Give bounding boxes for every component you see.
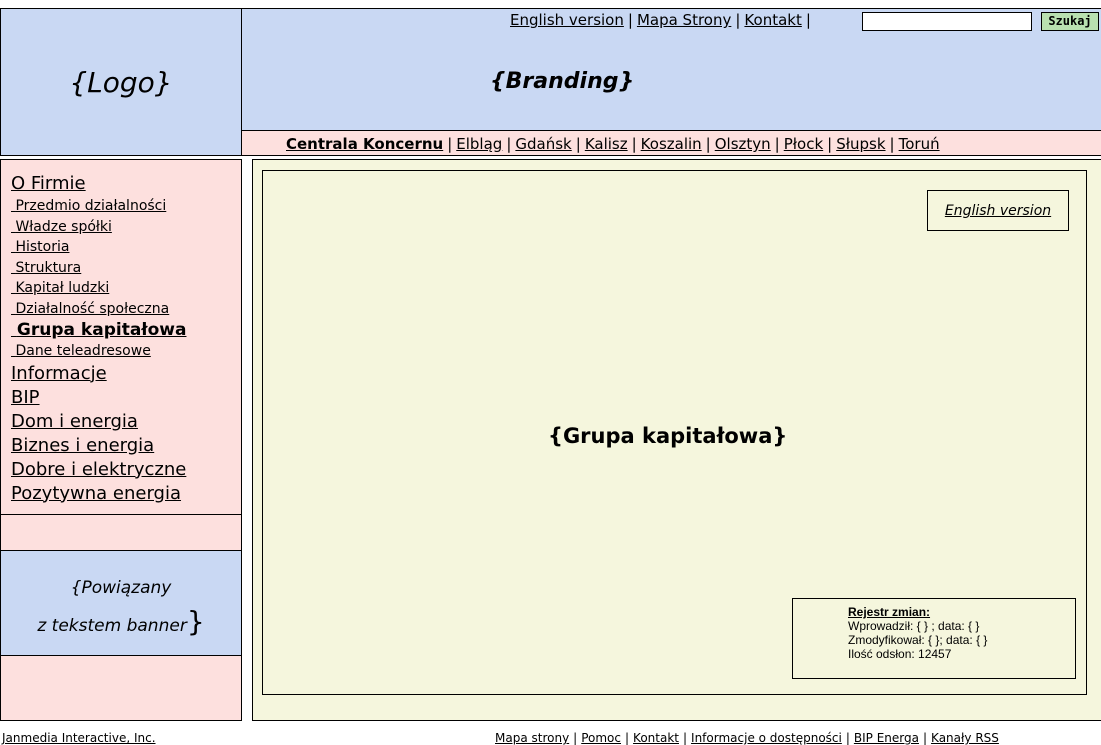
sidebar-subitem-kapital[interactable]: Kapitał ludzki [11,278,241,299]
city-link-elblag[interactable]: Elbląg [456,135,502,153]
sidebar-banner[interactable]: {Powiązany z tekstem banner} [0,550,242,656]
city-nav: Centrala Koncernu | Elbląg | Gdańsk | Kalisz | K… [242,131,1101,156]
separator: | [506,135,512,153]
sidebar-item-o-firmie[interactable]: O Firmie [11,172,241,196]
sidebar-item-dom[interactable]: Dom i energia [11,410,241,434]
banner-line-1: {Powiązany [70,578,172,598]
sidebar-bottom [0,656,242,721]
sidebar-subitem-przedmiot[interactable]: Przedmio działalności [11,196,241,217]
footer-link-bip[interactable]: BIP Energa [854,731,919,745]
city-link-plock[interactable]: Płock [784,135,823,153]
logo: {Logo} [69,65,173,99]
change-log-modified: Zmodyfikował: { }; data: { } [848,633,988,647]
sidebar-menu: O Firmie Przedmio działalności Władze sp… [0,159,242,515]
logo-box: {Logo} [0,8,242,156]
footer-link-accessibility[interactable]: Informacje o dostępności [691,731,842,745]
separator: | [631,135,637,153]
sidebar-item-biznes[interactable]: Biznes i energia [11,434,241,458]
sidebar-subitem-wladze[interactable]: Władze spółki [11,217,241,238]
city-link-torun[interactable]: Toruń [899,135,940,153]
sidebar-item-pozytywna[interactable]: Pozytywna energia [11,482,241,506]
separator: | [575,135,581,153]
top-link-contact[interactable]: Kontakt [744,11,801,29]
change-log-entered: Wprowadził: { } ; data: { } [848,619,980,633]
top-links: English version | Mapa Strony | Kontakt | [510,11,815,29]
change-log-title: Rejestr zmian: [848,605,931,619]
city-link-slupsk[interactable]: Słupsk [836,135,885,153]
sidebar-subitem-dzialalnosc[interactable]: Działalność społeczna [11,299,241,320]
footer-link-help[interactable]: Pomoc [581,731,621,745]
separator: | [845,731,850,745]
separator: | [889,135,895,153]
content-title: {Grupa kapitałowa} [548,424,788,448]
sidebar-subitem-struktura[interactable]: Struktura [11,258,241,279]
separator: | [447,135,453,153]
separator: | [805,11,811,29]
separator: | [922,731,928,745]
change-log-views: Ilość odsłon: 12457 [848,647,952,661]
branding-header: English version | Mapa Strony | Kontakt | Szu… [242,8,1101,131]
separator: | [774,135,780,153]
sidebar-subitem-grupa-current[interactable]: Grupa kapitałowa [11,319,241,341]
sidebar-item-bip[interactable]: BIP [11,386,241,410]
english-version-box[interactable]: English version [927,190,1069,231]
city-link-olsztyn[interactable]: Olsztyn [715,135,771,153]
english-version-link[interactable]: English version [945,203,1051,219]
footer-link-sitemap[interactable]: Mapa strony [495,731,569,745]
search-button[interactable]: Szukaj [1041,12,1099,31]
top-link-sitemap[interactable]: Mapa Strony [637,11,731,29]
banner-line-2: z tekstem banner} [37,605,205,638]
sidebar-subitem-dane[interactable]: Dane teleadresowe [11,341,241,362]
footer-link-contact[interactable]: Kontakt [633,731,679,745]
separator: | [682,731,688,745]
city-link-gdansk[interactable]: Gdańsk [515,135,571,153]
separator: | [735,11,741,29]
change-log: Rejestr zmian: Wprowadził: { } ; data: {… [792,598,1076,679]
branding-text: {Branding} [490,69,635,94]
top-link-english[interactable]: English version [510,11,624,29]
separator: | [627,11,633,29]
separator: | [827,135,833,153]
separator: | [573,731,578,745]
city-link-centrala[interactable]: Centrala Koncernu [286,135,443,153]
sidebar-subitem-historia[interactable]: Historia [11,237,241,258]
city-link-koszalin[interactable]: Koszalin [641,135,702,153]
sidebar-item-dobre[interactable]: Dobre i elektryczne [11,458,241,482]
city-link-kalisz[interactable]: Kalisz [585,135,628,153]
footer-link-rss[interactable]: Kanały RSS [931,731,999,745]
footer-links: Mapa strony | Pomoc | Kontakt | Informacje o d… [495,731,999,745]
separator: | [625,731,630,745]
separator: | [705,135,711,153]
sidebar-spacer [0,515,242,550]
sidebar-item-informacje[interactable]: Informacje [11,362,241,386]
footer-company-link[interactable]: Janmedia Interactive, Inc. [2,731,156,745]
search-input[interactable] [862,12,1032,31]
